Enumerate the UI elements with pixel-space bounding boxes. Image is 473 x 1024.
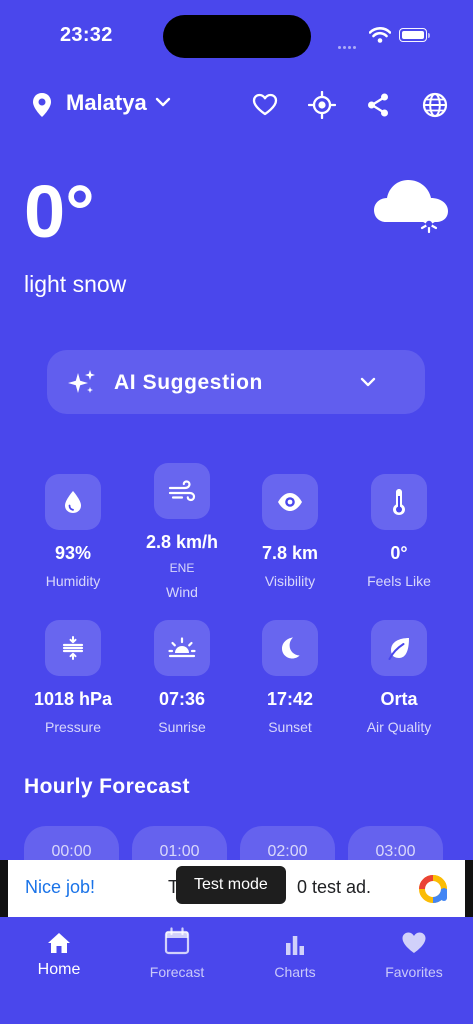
humidity-drop-icon bbox=[45, 474, 101, 530]
wifi-icon bbox=[368, 27, 392, 48]
tab-charts-label: Charts bbox=[274, 964, 316, 980]
ad-banner-edge bbox=[465, 860, 473, 917]
air-quality-value: Orta bbox=[380, 689, 418, 709]
ai-suggestion-label: AI Suggestion bbox=[114, 371, 263, 394]
test-mode-toast: Test mode bbox=[176, 866, 286, 904]
city-name[interactable]: Malatya bbox=[66, 90, 147, 116]
hourly-time: 01:00 bbox=[159, 843, 200, 860]
feels-like-value: 0° bbox=[390, 543, 408, 563]
sunset-label: Sunset bbox=[268, 719, 312, 735]
wind-label: Wind bbox=[166, 584, 198, 600]
calendar-icon bbox=[118, 925, 236, 955]
pressure-value: 1018 hPa bbox=[33, 689, 113, 709]
tab-home-label: Home bbox=[37, 961, 81, 978]
sunrise-icon bbox=[154, 620, 210, 676]
share-icon[interactable] bbox=[362, 89, 394, 121]
hourly-time: 03:00 bbox=[375, 843, 416, 860]
tab-forecast-label: Forecast bbox=[149, 964, 205, 980]
home-icon bbox=[0, 925, 118, 955]
location-pin-icon[interactable] bbox=[31, 92, 53, 123]
ad-headline[interactable]: Nice job! bbox=[25, 877, 95, 898]
humidity-label: Humidity bbox=[45, 573, 101, 589]
thermometer-icon bbox=[371, 474, 427, 530]
language-globe-icon[interactable] bbox=[419, 89, 451, 121]
pressure-icon bbox=[45, 620, 101, 676]
ad-banner-edge bbox=[0, 860, 8, 917]
chevron-down-icon bbox=[360, 375, 376, 393]
tab-forecast[interactable]: Forecast bbox=[118, 925, 236, 980]
moon-icon bbox=[262, 620, 318, 676]
signal-dots-icon bbox=[338, 36, 358, 54]
dynamic-island bbox=[163, 15, 311, 58]
chevron-down-icon[interactable] bbox=[154, 95, 172, 114]
wind-direction: ENE bbox=[169, 561, 195, 575]
wind-icon bbox=[154, 463, 210, 519]
bar-chart-icon bbox=[236, 925, 354, 955]
battery-icon bbox=[399, 28, 427, 42]
battery-tip bbox=[428, 33, 430, 38]
hourly-time: 00:00 bbox=[51, 843, 92, 860]
my-location-icon[interactable] bbox=[306, 89, 338, 121]
tab-favorites-label: Favorites bbox=[385, 964, 443, 980]
wind-value: 2.8 km/h bbox=[145, 532, 219, 552]
eye-icon bbox=[262, 474, 318, 530]
visibility-value: 7.8 km bbox=[261, 543, 319, 563]
weather-condition: light snow bbox=[24, 271, 127, 297]
tab-home[interactable]: Home bbox=[0, 925, 118, 979]
leaf-icon bbox=[371, 620, 427, 676]
hourly-forecast-title: Hourly Forecast bbox=[24, 775, 190, 798]
status-time: 23:32 bbox=[60, 24, 113, 46]
favorite-heart-icon[interactable] bbox=[249, 89, 281, 121]
sunset-value: 17:42 bbox=[266, 689, 314, 709]
ai-suggestion-card[interactable]: AI Suggestion bbox=[47, 350, 425, 414]
sparkles-icon bbox=[67, 368, 97, 403]
humidity-value: 93% bbox=[54, 543, 92, 563]
ad-text-end: 0 test ad. bbox=[297, 877, 372, 897]
visibility-label: Visibility bbox=[264, 573, 316, 589]
heart-icon bbox=[355, 925, 473, 955]
tab-charts[interactable]: Charts bbox=[236, 925, 354, 980]
feels-like-label: Feels Like bbox=[367, 573, 431, 589]
air-quality-label: Air Quality bbox=[366, 719, 432, 735]
pressure-label: Pressure bbox=[44, 719, 102, 735]
sunrise-value: 07:36 bbox=[158, 689, 206, 709]
tab-favorites[interactable]: Favorites bbox=[355, 925, 473, 980]
hourly-time: 02:00 bbox=[267, 843, 308, 860]
sunrise-label: Sunrise bbox=[158, 719, 206, 735]
ad-choices-logo-icon[interactable] bbox=[416, 873, 450, 910]
current-temperature: 0° bbox=[24, 170, 95, 253]
snow-cloud-icon bbox=[372, 170, 452, 239]
